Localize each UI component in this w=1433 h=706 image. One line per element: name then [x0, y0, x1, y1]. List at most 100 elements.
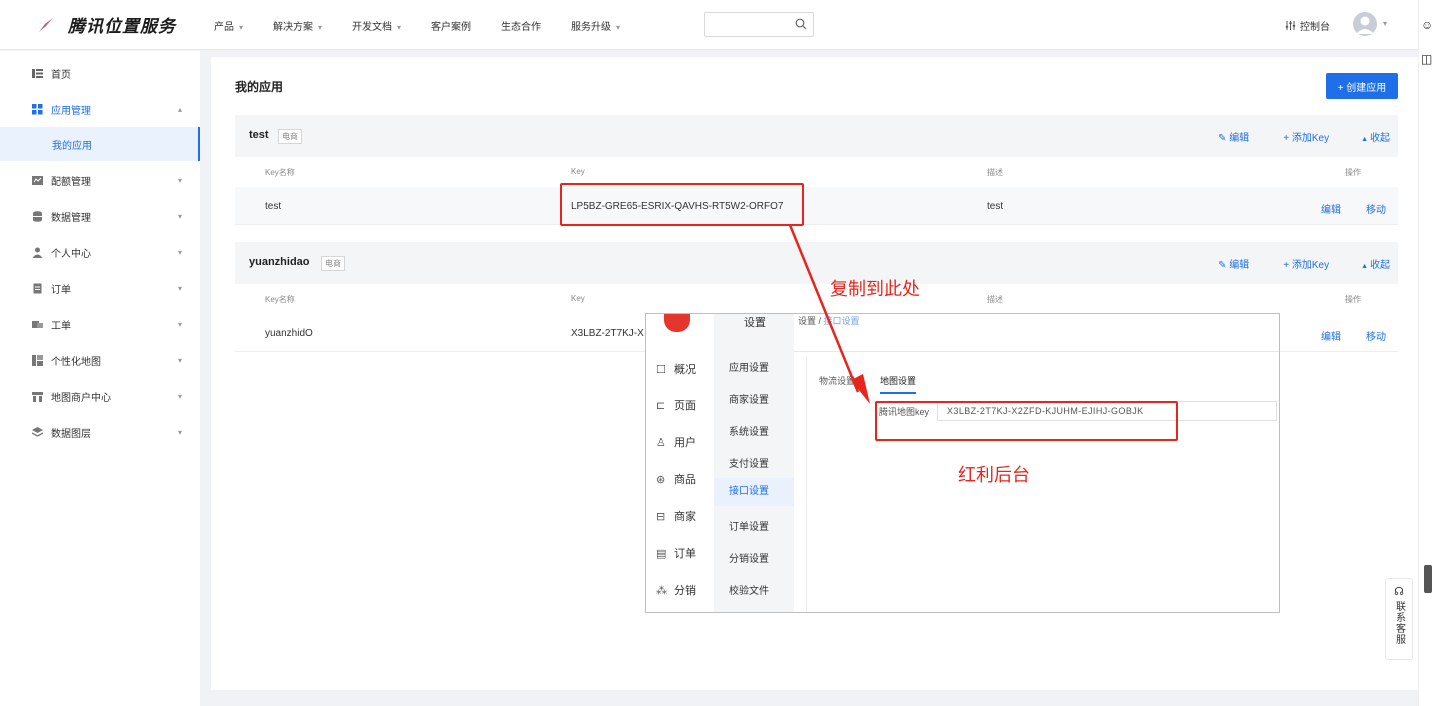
col-key: Key: [571, 294, 585, 303]
collapse-button[interactable]: ▲ 收起: [1361, 129, 1390, 144]
chevron-down-icon: ▾: [177, 427, 182, 437]
brand-title: 腾讯位置服务: [68, 17, 176, 36]
key-name-cell: test: [265, 201, 282, 212]
overlay-sub-system-settings[interactable]: 系统设置: [729, 423, 769, 438]
annotation-box-map-key: [875, 401, 1178, 441]
chevron-down-icon: ▾: [616, 23, 621, 32]
app-card-test: test 电商 ✎ 编辑 + 添加Key ▲ 收起 Key名称 Key 描述 操…: [235, 115, 1398, 225]
nav-products[interactable]: 产品 ▾: [214, 18, 243, 33]
overlay-nav-users[interactable]: ♙ 用户: [656, 434, 696, 450]
chevron-down-icon: ▾: [397, 23, 402, 32]
merchant-icon: ⊟: [656, 510, 666, 523]
overlay-nav-distribution[interactable]: ⁂ 分销: [656, 582, 696, 598]
overlay-nav-orders[interactable]: ▤ 订单: [656, 545, 696, 561]
col-desc: 描述: [987, 168, 1003, 177]
overlay-sub-app-settings[interactable]: 应用设置: [729, 359, 769, 374]
search-icon[interactable]: [795, 18, 807, 30]
search-box: [704, 12, 814, 37]
overlay-nav-pages[interactable]: ⊏ 页面: [656, 397, 696, 413]
pencil-icon: ✎: [1218, 133, 1230, 144]
key-value-cell[interactable]: X3LBZ-2T7KJ-X: [571, 328, 644, 339]
annotation-copy-here: 复制到此处: [830, 279, 920, 299]
pencil-icon: ✎: [1218, 260, 1230, 271]
nav-ecosystem[interactable]: 生态合作: [501, 18, 541, 33]
sidebar-item-data-layers[interactable]: 数据图层 ▾: [0, 417, 200, 447]
add-key-button[interactable]: + 添加Key: [1283, 129, 1329, 144]
sidebar-item-home[interactable]: 首页: [0, 58, 200, 88]
move-key-link[interactable]: 移动: [1366, 201, 1386, 216]
move-key-link[interactable]: 移动: [1366, 328, 1386, 343]
contact-service-button[interactable]: ☊ 联系客服: [1385, 578, 1413, 660]
overlay-sub-order-settings[interactable]: 订单设置: [729, 518, 769, 533]
chevron-down-icon: ▾: [239, 23, 244, 32]
top-header: 腾讯位置服务 产品 ▾ 解决方案 ▾ 开发文档 ▾ 客户案例 生态合作 服务升级 ▾ 控…: [0, 0, 1418, 50]
overlay-nav-merchants[interactable]: ⊟ 商家: [656, 508, 696, 524]
tab-map-settings[interactable]: 地图设置: [880, 374, 917, 394]
col-key-name: Key名称: [265, 295, 295, 304]
sidebar-item-personal[interactable]: 个人中心 ▾: [0, 237, 200, 267]
top-nav: 产品 ▾ 解决方案 ▾ 开发文档 ▾ 客户案例 生态合作 服务升级 ▾: [214, 18, 650, 33]
app-grid-icon: [32, 103, 43, 115]
edit-key-link[interactable]: 编辑: [1321, 201, 1341, 216]
sidebar-item-quota[interactable]: 配额管理 ▾: [0, 165, 200, 195]
overlay-sub-merchant-settings[interactable]: 商家设置: [729, 391, 769, 406]
chevron-down-icon: ▾: [177, 319, 182, 329]
overlay-nav-goods[interactable]: ⊛ 商品: [656, 471, 696, 487]
create-app-button[interactable]: + 创建应用: [1326, 73, 1398, 99]
console-link[interactable]: 控制台: [1285, 18, 1330, 33]
scrollbar-thumb[interactable]: [1424, 565, 1432, 593]
col-desc: 描述: [987, 295, 1003, 304]
sidebar-item-custom-map[interactable]: 个性化地图 ▾: [0, 345, 200, 375]
sidebar-item-data[interactable]: 数据管理 ▾: [0, 201, 200, 231]
annotation-arrow-icon: [788, 224, 870, 404]
chevron-down-icon: ▾: [177, 211, 182, 221]
chevron-down-icon: ▾: [177, 355, 182, 365]
edit-app-button[interactable]: ✎ 编辑: [1218, 256, 1249, 271]
sidebar-item-map-merchant[interactable]: 地图商户中心 ▾: [0, 381, 200, 411]
sliders-icon: [1285, 21, 1296, 30]
app-actions: ✎ 编辑 + 添加Key ▲ 收起: [1218, 129, 1398, 144]
overlay-sub-payment-settings[interactable]: 支付设置: [729, 455, 769, 470]
overlay-sub-api-settings[interactable]: 接口设置: [714, 478, 794, 506]
collapse-button[interactable]: ▲ 收起: [1361, 256, 1390, 271]
layers-icon: [31, 426, 44, 438]
table-row: test LP5BZ-GRE65-ESRIX-QAVHS-RT5W2-ORFO7…: [235, 187, 1398, 225]
avatar[interactable]: [1353, 12, 1377, 36]
home-list-icon: [32, 68, 43, 79]
app-name: test: [249, 129, 269, 141]
app-tag: 电商: [278, 129, 302, 144]
nav-service-upgrade[interactable]: 服务升级 ▾: [571, 18, 620, 33]
window-icon[interactable]: ◫: [1421, 52, 1432, 66]
chevron-down-icon: ▾: [177, 283, 182, 293]
add-key-button[interactable]: + 添加Key: [1283, 256, 1329, 271]
col-key-name: Key名称: [265, 168, 295, 177]
edit-app-button[interactable]: ✎ 编辑: [1218, 129, 1249, 144]
overlay-nav-overview[interactable]: ☐ 概况: [656, 361, 696, 377]
search-input[interactable]: [705, 13, 790, 36]
right-edge-panel: ☺ ◫: [1418, 0, 1433, 706]
sidebar-item-orders[interactable]: 订单 ▾: [0, 273, 200, 303]
nav-dev-docs[interactable]: 开发文档 ▾: [352, 18, 401, 33]
nav-customer-cases[interactable]: 客户案例: [431, 18, 471, 33]
overlay-section-title: 设置: [744, 317, 766, 329]
key-name-cell: yuanzhidO: [265, 328, 313, 339]
sidebar-item-tickets[interactable]: 工单 ▾: [0, 309, 200, 339]
edit-key-link[interactable]: 编辑: [1321, 328, 1341, 343]
distribution-icon: ⁂: [656, 584, 667, 597]
overlay-sub-verify-file[interactable]: 校验文件: [729, 582, 769, 597]
app-name: yuanzhidao: [249, 256, 310, 268]
chevron-down-icon: ▾: [177, 247, 182, 257]
app-actions: ✎ 编辑 + 添加Key ▲ 收起: [1218, 256, 1398, 271]
brand-logo[interactable]: 腾讯位置服务: [36, 12, 176, 37]
overview-icon: ☐: [656, 363, 666, 376]
nav-solutions[interactable]: 解决方案 ▾: [273, 18, 322, 33]
custom-map-icon: [32, 354, 43, 366]
chevron-down-icon[interactable]: ▾: [1383, 19, 1387, 28]
overlay-sub-distribution-settings[interactable]: 分销设置: [729, 550, 769, 565]
sidebar-item-app-management[interactable]: 应用管理 ▴: [0, 94, 200, 124]
smiley-icon[interactable]: ☺: [1421, 18, 1433, 32]
ticket-icon: [32, 319, 43, 330]
user-icon: [32, 247, 43, 258]
order-icon: ▤: [656, 547, 667, 560]
sidebar-item-my-apps[interactable]: 我的应用: [0, 127, 200, 161]
